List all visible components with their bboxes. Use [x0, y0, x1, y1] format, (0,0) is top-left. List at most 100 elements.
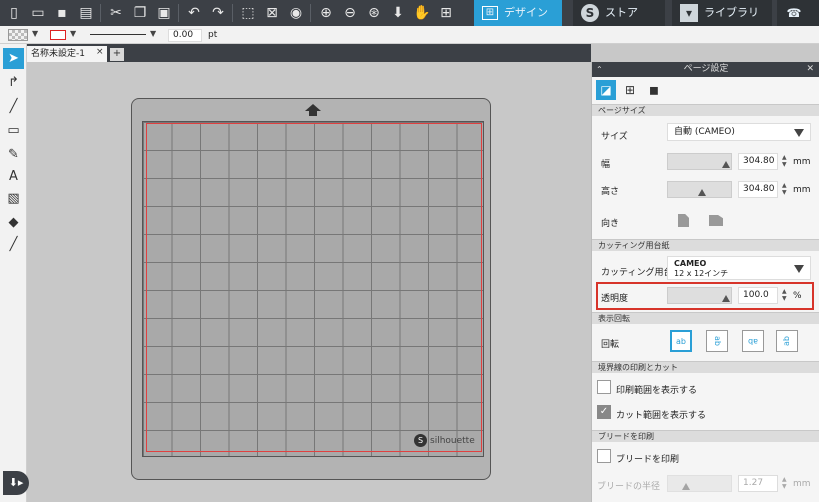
bleed-radius-input[interactable]: 1.27 — [738, 475, 778, 492]
zoom-out-icon[interactable]: ⊖ — [340, 3, 360, 23]
tab-design[interactable]: ⊞ デザイン — [474, 0, 562, 26]
width-stepper-icon[interactable]: ▲ ▼ — [782, 154, 787, 168]
property-bar: ▼ ▼ ▼ 0.00 pt — [0, 26, 819, 44]
save-icon[interactable]: ▪ — [52, 3, 72, 23]
line-color-dropdown-icon[interactable]: ▼ — [70, 29, 76, 38]
redo-icon[interactable]: ↷ — [208, 3, 228, 23]
show-print-area-label: 印刷範囲を表示する — [616, 386, 698, 396]
show-cut-area-checkbox[interactable]: ✓ — [597, 405, 611, 419]
fill-color-swatch[interactable] — [8, 29, 28, 41]
line-width-input[interactable]: 0.00 — [168, 29, 202, 42]
cut-area-border — [146, 123, 482, 452]
document-tab-bar: 名称未設定-1 × + — [0, 44, 591, 62]
section-page-size: ページサイズ — [592, 104, 819, 116]
close-panel-icon[interactable]: ✕ — [806, 62, 814, 77]
tab-library[interactable]: ▾ ライブラリ — [672, 0, 772, 26]
zoom-in-icon[interactable]: ⊕ — [316, 3, 336, 23]
mat-label: カッティング用台 — [601, 268, 673, 278]
silhouette-logo: Ssilhouette — [414, 434, 475, 447]
rotate-270-button[interactable]: ab — [776, 330, 798, 352]
zoom-select-icon[interactable]: ⊛ — [364, 3, 384, 23]
line-style-preview[interactable] — [90, 34, 146, 35]
select-tool-icon[interactable]: ➤ — [3, 48, 24, 69]
pan-hand-icon[interactable]: ✋ — [412, 3, 432, 23]
line-color-swatch[interactable] — [50, 30, 66, 40]
chevron-down-icon — [794, 265, 804, 273]
fit-page-icon[interactable]: ⊞ — [436, 3, 456, 23]
point-edit-tool-icon[interactable]: ↱ — [3, 72, 24, 93]
bleed-radius-unit: mm — [793, 479, 811, 489]
size-select[interactable]: 自動 (CAMEO) — [667, 123, 811, 141]
close-tab-icon[interactable]: × — [96, 47, 104, 57]
bleed-radius-stepper-icon[interactable]: ▲ ▼ — [782, 476, 787, 490]
mat-name: CAMEO — [674, 259, 707, 268]
height-slider[interactable] — [667, 181, 732, 198]
landscape-icon[interactable] — [709, 215, 723, 226]
width-input[interactable]: 304.80 — [738, 153, 778, 170]
show-print-area-checkbox[interactable] — [597, 380, 611, 394]
trace-icon[interactable]: ◉ — [286, 3, 306, 23]
line-style-dropdown-icon[interactable]: ▼ — [150, 29, 156, 38]
width-slider[interactable] — [667, 153, 732, 170]
tab-registration[interactable]: ◼ — [644, 80, 664, 100]
rectangle-tool-icon[interactable]: ▭ — [3, 120, 24, 141]
new-document-icon[interactable]: ▯ — [4, 3, 24, 23]
document-tab[interactable]: 名称未設定-1 — [27, 46, 107, 62]
cutting-mat[interactable]: Ssilhouette — [131, 98, 491, 480]
document-tab-label: 名称未設定-1 — [31, 49, 85, 59]
line-tool-icon[interactable]: ╱ — [3, 96, 24, 117]
width-unit: mm — [793, 157, 811, 167]
open-folder-icon[interactable]: ▭ — [28, 3, 48, 23]
panel-header: ⌃ ページ設定 ✕ — [592, 62, 819, 77]
fill-tool-icon[interactable]: ▧ — [3, 188, 24, 209]
mat-select[interactable]: CAMEO 12 x 12インチ — [667, 256, 811, 280]
ungroup-icon[interactable]: ⊠ — [262, 3, 282, 23]
feed-arrow-icon — [305, 104, 321, 111]
show-cut-area-label: カット範囲を表示する — [616, 411, 707, 421]
tab-store[interactable]: S ストア — [573, 0, 665, 26]
knife-tool-icon[interactable]: ╱ — [3, 234, 24, 255]
transparency-stepper-icon[interactable]: ▲ ▼ — [782, 288, 787, 302]
bleed-radius-slider[interactable] — [667, 475, 732, 492]
send-icon: ☎ — [786, 6, 802, 20]
move-down-icon[interactable]: ⬇ — [388, 3, 408, 23]
expand-toolbar-icon[interactable]: ⬇▸ — [3, 471, 29, 495]
height-input[interactable]: 304.80 — [738, 181, 778, 198]
print-icon[interactable]: ▤ — [76, 3, 96, 23]
transparency-input[interactable]: 100.0 — [738, 287, 778, 304]
tab-send[interactable]: ☎送 — [777, 0, 819, 45]
group-icon[interactable]: ⬚ — [238, 3, 258, 23]
eraser-tool-icon[interactable]: ◆ — [3, 212, 24, 233]
tab-grid-settings[interactable]: ⊞ — [620, 80, 640, 100]
tab-library-label: ライブラリ — [704, 6, 759, 19]
print-bleed-checkbox[interactable] — [597, 449, 611, 463]
print-bleed-label: ブリードを印刷 — [616, 455, 680, 465]
slider-thumb[interactable] — [722, 295, 730, 302]
cut-icon[interactable]: ✂ — [106, 3, 126, 23]
fill-dropdown-icon[interactable]: ▼ — [32, 29, 38, 38]
add-tab-button[interactable]: + — [110, 48, 124, 61]
slider-thumb[interactable] — [722, 161, 730, 168]
rotate-180-button[interactable]: ab — [742, 330, 764, 352]
grid-icon: ⊞ — [482, 6, 498, 20]
rotate-90-button[interactable]: ab — [706, 330, 728, 352]
transparency-slider[interactable] — [667, 287, 732, 304]
height-stepper-icon[interactable]: ▲ ▼ — [782, 182, 787, 196]
slider-thumb[interactable] — [682, 483, 690, 490]
section-bleed: ブリードを印刷 — [592, 430, 819, 442]
text-tool-icon[interactable]: A — [3, 166, 24, 187]
toolbar-divider — [232, 4, 233, 22]
tab-design-label: デザイン — [504, 6, 548, 19]
rotate-0-button[interactable]: ab — [670, 330, 692, 352]
undo-icon[interactable]: ↶ — [184, 3, 204, 23]
page-settings-panel: ⌃ ページ設定 ✕ ◪ ⊞ ◼ ページサイズ サイズ 自動 (CAMEO) 幅 … — [591, 62, 819, 502]
slider-thumb[interactable] — [698, 189, 706, 196]
panel-title: ページ設定 — [683, 64, 729, 74]
size-label: サイズ — [601, 132, 628, 142]
portrait-icon[interactable] — [678, 214, 689, 227]
paste-icon[interactable]: ▣ — [154, 3, 174, 23]
pencil-tool-icon[interactable]: ✎ — [3, 144, 24, 165]
copy-icon[interactable]: ❐ — [130, 3, 150, 23]
tab-page-setup[interactable]: ◪ — [596, 80, 616, 100]
collapse-panel-icon[interactable]: ⌃ — [596, 62, 603, 77]
